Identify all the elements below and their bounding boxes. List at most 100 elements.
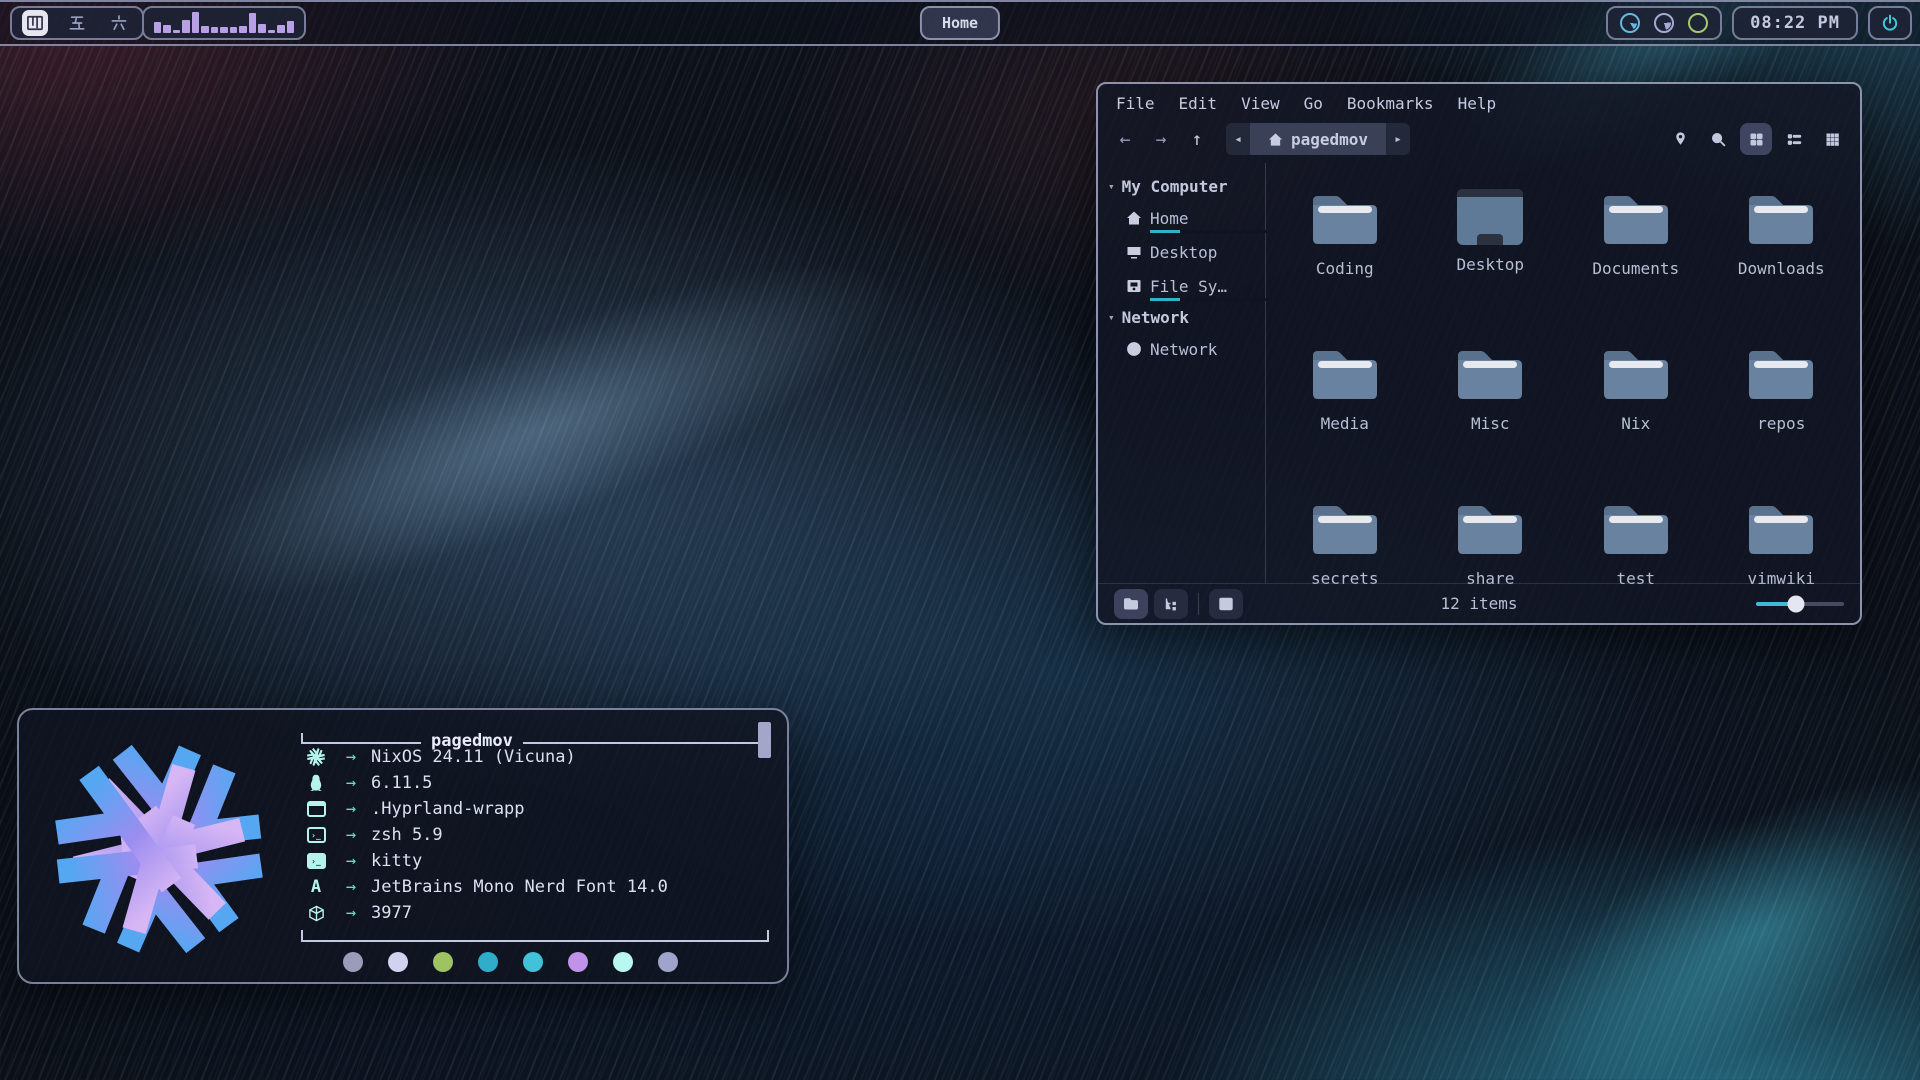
collapse-caret-icon: ▾	[1108, 311, 1115, 324]
menu-view[interactable]: View	[1241, 94, 1280, 113]
up-button[interactable]: ↑	[1182, 124, 1212, 154]
view-detailed-button[interactable]	[1816, 123, 1848, 155]
map-pin-icon	[1672, 131, 1689, 148]
forward-button[interactable]: →	[1146, 124, 1176, 154]
sidebar-item-network[interactable]: Network	[1126, 337, 1265, 361]
viz-bar	[163, 25, 170, 33]
info-row-wm: → .Hyprland-wrapp	[301, 797, 769, 822]
clock: 08:22 PM	[1732, 6, 1858, 40]
toggle-sidepane-button[interactable]	[1209, 589, 1243, 619]
arrow-icon: →	[331, 901, 371, 926]
view-icons-button[interactable]	[1740, 123, 1772, 155]
view-compact-button[interactable]	[1778, 123, 1810, 155]
workspace-6[interactable]	[106, 10, 132, 36]
viz-bar	[258, 24, 265, 33]
top-bar: Home 08:22 PM	[0, 0, 1920, 46]
menubar: File Edit View Go Bookmarks Help	[1098, 84, 1860, 119]
workspace-4[interactable]	[22, 10, 48, 36]
info-value: JetBrains Mono Nerd Font 14.0	[371, 875, 668, 900]
workspace-5[interactable]	[64, 10, 90, 36]
palette-dot	[523, 952, 543, 972]
mini-folder-icon	[1123, 596, 1139, 612]
gauge-fill	[1623, 16, 1637, 30]
gauge-fill	[1691, 16, 1705, 30]
desktop-monitor-icon	[1457, 189, 1523, 245]
folder-desktop[interactable]: Desktop	[1418, 181, 1564, 336]
sidebar-item-desktop[interactable]: Desktop	[1126, 240, 1265, 264]
active-window-label: Home	[942, 14, 978, 32]
viz-bar	[249, 13, 256, 33]
menu-bookmarks[interactable]: Bookmarks	[1347, 94, 1434, 113]
info-row-shell: ›_ → zsh 5.9	[301, 823, 769, 848]
arrow-icon: →	[331, 823, 371, 848]
terminal-window[interactable]: pagedmov → NixOS 24.11 (Vicuna) → 6.11.5…	[17, 708, 789, 984]
side-pane-icon	[1218, 596, 1234, 612]
sidebar-item-filesystem[interactable]: File Sy…	[1126, 274, 1265, 298]
menu-help[interactable]: Help	[1458, 94, 1497, 113]
zoom-slider[interactable]	[1756, 602, 1844, 606]
workspace-switcher[interactable]	[10, 6, 144, 40]
viz-bar	[220, 27, 227, 33]
arrow-icon: →	[331, 771, 371, 796]
folder-nix[interactable]: Nix	[1563, 336, 1709, 491]
folder-icon	[1745, 497, 1817, 559]
tab-scroll-right-icon[interactable]: ▸	[1386, 132, 1410, 147]
folder-coding[interactable]: Coding	[1272, 181, 1418, 336]
sidebar-section-computer[interactable]: ▾ My Computer	[1108, 177, 1265, 196]
location-button[interactable]	[1664, 123, 1696, 155]
arrow-icon: →	[331, 745, 371, 770]
penguin-icon	[301, 774, 331, 792]
gauge-ring-2	[1654, 13, 1674, 33]
slider-handle[interactable]	[1787, 595, 1804, 612]
viz-bar	[277, 25, 284, 33]
path-tab-home[interactable]: pagedmov	[1250, 123, 1386, 155]
search-icon	[1710, 131, 1727, 148]
palette-dot	[568, 952, 588, 972]
folder-media[interactable]: Media	[1272, 336, 1418, 491]
nixos-icon	[301, 747, 331, 767]
box-border-bottom	[301, 930, 769, 942]
hanzi-five-icon	[67, 13, 87, 33]
arrow-icon: →	[331, 797, 371, 822]
toolbar: ← → ↑ ◂ pagedmov ▸	[1098, 119, 1860, 163]
palette-dot	[613, 952, 633, 972]
audio-visualizer[interactable]	[142, 6, 306, 40]
folder-icon	[1309, 187, 1381, 249]
sidebar-item-home[interactable]: Home	[1126, 206, 1265, 230]
hanzi-six-icon	[109, 13, 129, 33]
viz-bar	[287, 21, 294, 33]
menu-go[interactable]: Go	[1304, 94, 1323, 113]
search-button[interactable]	[1702, 123, 1734, 155]
power-button[interactable]	[1868, 6, 1912, 40]
system-indicators[interactable]	[1606, 6, 1722, 40]
arrow-icon: →	[331, 875, 371, 900]
menu-edit[interactable]: Edit	[1179, 94, 1218, 113]
tree-view-icon	[1163, 596, 1179, 612]
folder-repos[interactable]: repos	[1709, 336, 1855, 491]
gauge-fill	[1657, 16, 1671, 30]
filesystem-icon	[1126, 278, 1142, 294]
sidebar-section-network[interactable]: ▾ Network	[1108, 308, 1265, 327]
back-button[interactable]: ←	[1110, 124, 1140, 154]
folder-documents[interactable]: Documents	[1563, 181, 1709, 336]
folder-icon	[1600, 187, 1672, 249]
folder-downloads[interactable]: Downloads	[1709, 181, 1855, 336]
palette-dot	[658, 952, 678, 972]
show-folders-button[interactable]	[1114, 589, 1148, 619]
folder-icon	[1600, 342, 1672, 404]
tab-scroll-left-icon[interactable]: ◂	[1226, 132, 1250, 147]
viz-bar	[230, 27, 237, 33]
gauge-ring-1	[1620, 13, 1640, 33]
wallpaper-highlight	[1416, 652, 1920, 1080]
show-tree-button[interactable]	[1154, 589, 1188, 619]
shell-icon: ›_	[301, 827, 331, 843]
folder-icon	[1745, 342, 1817, 404]
gauge-ring-3	[1688, 13, 1708, 33]
nixos-logo	[43, 733, 275, 965]
palette-dot	[433, 952, 453, 972]
menu-file[interactable]: File	[1116, 94, 1155, 113]
fastfetch-output: pagedmov → NixOS 24.11 (Vicuna) → 6.11.5…	[301, 726, 769, 972]
folder-name: Nix	[1621, 414, 1650, 433]
folder-misc[interactable]: Misc	[1418, 336, 1564, 491]
font-icon: A	[301, 875, 331, 900]
